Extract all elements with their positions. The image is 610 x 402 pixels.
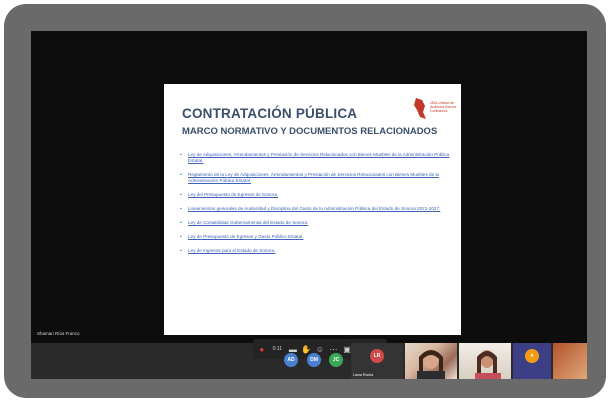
regulation-link[interactable]: Ley del Presupuesto de Egresos de Sonora… [180,192,450,198]
participant-video-tile[interactable] [553,343,587,379]
organization-logo: UDA Unidad de Auditoría Sonora Contralor… [413,97,457,125]
logo-text: UDA Unidad de Auditoría Sonora Contralor… [430,101,457,113]
participant-avatar[interactable]: AD [284,353,298,367]
participant-tile[interactable]: LR Laura Rocha [351,343,403,379]
meeting-timer: 0:11 [272,346,282,352]
slide-title: CONTRATACIÓN PÚBLICA [182,106,358,121]
shared-slide: CONTRATACIÓN PÚBLICA MARCO NORMATIVO Y D… [164,84,461,335]
participant-avatar: LR [370,349,384,363]
participant-video-icon [417,349,445,379]
regulation-link[interactable]: Ley de Presupuesto de Egresos y Gasto Pú… [180,234,450,240]
participant-video-icon [475,350,501,379]
sonora-map-icon [414,98,426,119]
participant-video-tile[interactable] [459,343,511,379]
participant-tile[interactable]: ✦ [513,343,551,379]
raise-hand-icon[interactable]: ✋ [301,344,311,354]
slide-subtitle: MARCO NORMATIVO Y DOCUMENTOS RELACIONADO… [182,126,438,137]
participant-video-tile[interactable] [405,343,457,379]
organization-avatar-icon: ✦ [525,349,539,363]
record-icon[interactable]: ● [257,344,267,354]
participant-avatar[interactable]: DM [307,353,321,367]
presenter-label: Shamari Ríos Franco [37,331,80,336]
video-call-screen: CONTRATACIÓN PÚBLICA MARCO NORMATIVO Y D… [31,31,587,379]
regulation-link[interactable]: Lineamientos generales de Austeridad y D… [180,206,450,212]
participant-name: Laura Rocha [353,373,374,377]
regulation-link[interactable]: Reglamento de la Ley de Adquisiciones, A… [180,172,450,184]
regulation-link[interactable]: Ley de Contabilidad Gubernamental del Es… [180,220,450,226]
participant-avatar[interactable]: JC [329,353,343,367]
device-frame: CONTRATACIÓN PÚBLICA MARCO NORMATIVO Y D… [4,4,606,398]
regulations-list: Ley de Adquisiciones, Arrendamientos y P… [180,152,450,262]
regulation-link[interactable]: Ley de Adquisiciones, Arrendamientos y P… [180,152,450,164]
regulation-link[interactable]: Ley de Ingresos para el Estado de Sonora… [180,248,450,254]
